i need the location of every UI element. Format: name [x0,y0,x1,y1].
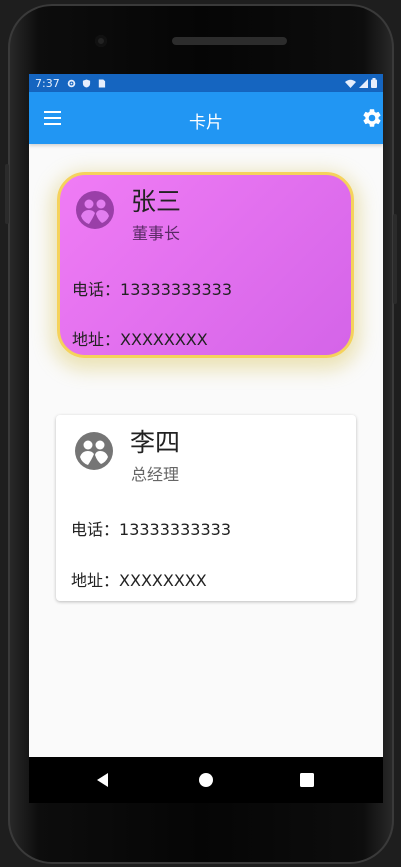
phone-number: 13333333333 [119,520,231,539]
contact-name: 李四 [130,428,181,457]
front-camera [95,35,107,47]
phone-row: 电话：13333333333 [72,276,232,300]
status-bar: 7:37 [29,74,383,92]
contact-role: 董事长 [132,224,181,243]
volume-button [5,164,9,224]
signal-icon [359,78,368,88]
recents-icon[interactable] [297,770,317,790]
settings-gear-icon[interactable] [361,107,383,129]
phone-label: 电话： [72,280,121,299]
phone-number: 13333333333 [120,280,232,299]
app-bar-title: 卡片 [189,113,223,133]
phone-row: 电话：13333333333 [71,516,231,540]
address-label: 地址： [71,571,120,590]
address-row: 地址：XXXXXXXX [72,326,208,350]
group-avatar-icon [76,191,114,229]
gear-icon [67,79,75,87]
device-screen: 7:37 卡片 张三 董事长 电话：13333333333 地址：XXXXXXX… [29,74,383,757]
wifi-icon [345,79,356,88]
power-button [393,214,397,304]
phone-label: 电话： [71,520,120,539]
contact-card[interactable]: 李四 总经理 电话：13333333333 地址：XXXXXXXX [56,415,356,601]
contact-role: 总经理 [131,465,180,484]
contact-name: 张三 [131,187,182,216]
back-icon[interactable] [93,770,113,790]
shield-icon [82,78,90,88]
address-value: XXXXXXXX [119,571,207,590]
address-row: 地址：XXXXXXXX [71,567,207,591]
home-icon[interactable] [196,770,216,790]
address-value: XXXXXXXX [120,330,208,349]
app-bar: 卡片 [29,92,383,144]
group-avatar-icon [75,432,113,470]
earpiece-speaker [172,37,287,45]
address-label: 地址： [72,330,121,349]
contact-card[interactable]: 张三 董事长 电话：13333333333 地址：XXXXXXXX [57,172,354,358]
system-nav-bar [29,757,383,803]
status-time: 7:37 [35,76,60,90]
battery-icon [371,78,377,88]
sim-icon [98,78,105,88]
status-right-icons [345,78,377,88]
